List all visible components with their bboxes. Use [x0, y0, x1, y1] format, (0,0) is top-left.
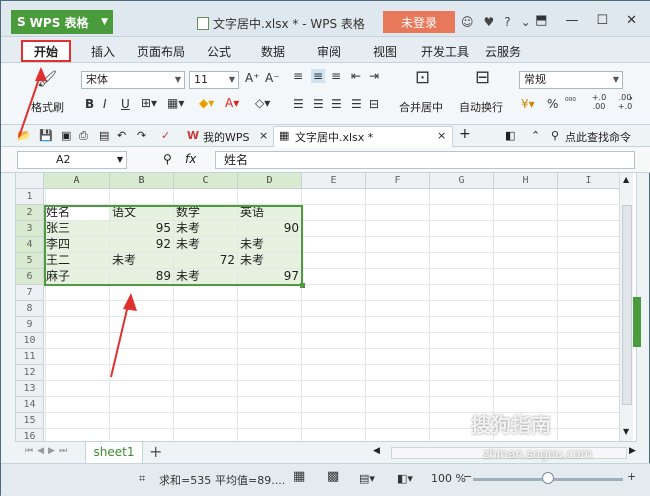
scroll-right-icon[interactable]: ▶ — [629, 446, 636, 456]
add-sheet-button[interactable]: + — [149, 442, 162, 461]
zoom-in-icon[interactable]: + — [627, 470, 636, 483]
wps-window: S WPS 表格 ▼ 文字居中.xlsx * - WPS 表格 未登录 ☺ ♥ … — [0, 0, 650, 496]
page-layout-icon[interactable]: ▤▾ — [359, 472, 375, 485]
sum-readout: 求和=535 — [159, 474, 212, 487]
arrow-line — [110, 300, 130, 378]
normal-view-icon[interactable]: ▦ — [293, 469, 305, 484]
watermark: 搜狗指南 — [471, 413, 551, 437]
average-readout: 平均值=89.... — [215, 474, 286, 487]
watermark-url: zhinan.sogou.com — [483, 447, 593, 461]
sheet-tab-sheet1[interactable]: sheet1 — [85, 442, 143, 464]
status-bar: ⌗ 求和=535 平均值=89.... ▦ ▩ ▤▾ ◧▾ 100 % − + — [1, 463, 650, 496]
zoom-out-icon[interactable]: − — [463, 470, 472, 483]
sheet-nav-icon[interactable]: ⏮◀▶⏭ — [25, 446, 71, 456]
page-break-view-icon[interactable]: ▩ — [327, 469, 339, 484]
scroll-left-icon[interactable]: ◀ — [373, 446, 380, 456]
zoom-slider-knob[interactable] — [542, 472, 554, 484]
reading-mode-icon[interactable]: ◧▾ — [397, 472, 413, 485]
arrow-head — [123, 293, 137, 311]
annotation-arrows — [18, 67, 137, 378]
zoom-level[interactable]: 100 % — [431, 472, 466, 485]
arrow-head — [35, 67, 47, 81]
status-icon: ⌗ — [139, 472, 146, 485]
arrow-line — [18, 72, 42, 138]
